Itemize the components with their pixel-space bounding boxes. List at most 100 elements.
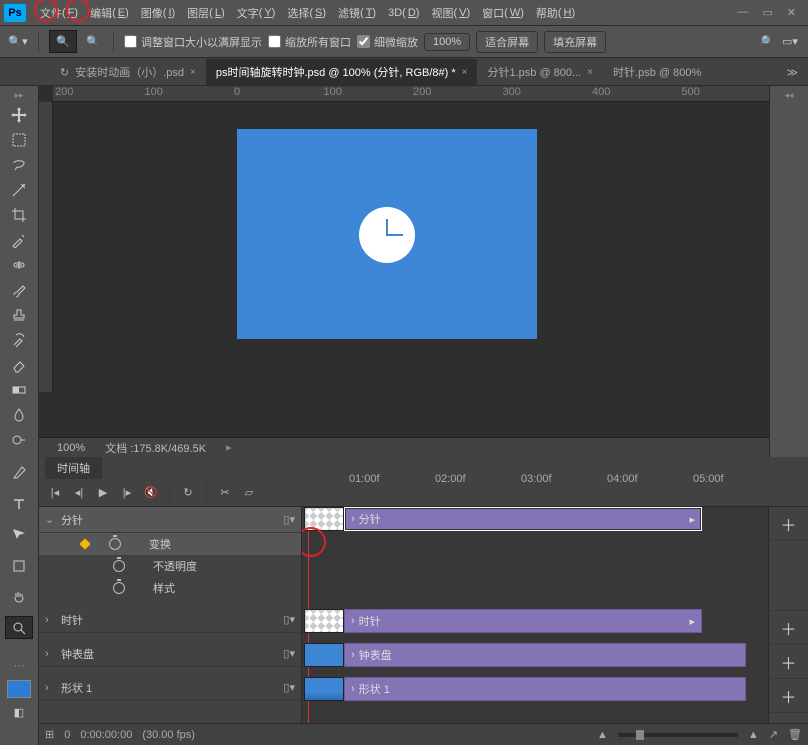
keyframe-icon[interactable] (79, 538, 90, 549)
foreground-swatch[interactable] (7, 680, 31, 698)
timeline-prop-row[interactable]: 样式 (39, 577, 301, 599)
ruler-horizontal[interactable]: 2001000100200300400500 (53, 86, 769, 102)
next-frame-icon[interactable]: |▸ (117, 484, 137, 502)
zoom-out-icon[interactable]: 🔍 (83, 32, 103, 52)
dodge-tool-icon[interactable] (5, 428, 33, 451)
fit-screen-button[interactable]: 适合屏幕 (476, 31, 538, 53)
layer-options-icon[interactable]: ▯▾ (283, 647, 295, 660)
move-tool-icon[interactable] (5, 103, 33, 126)
timecode[interactable]: 0:00:00:00 (80, 729, 132, 741)
stopwatch-icon[interactable] (109, 538, 121, 550)
menu-image[interactable]: 图像(I) (135, 1, 181, 25)
menu-select[interactable]: 选择(S) (281, 1, 332, 25)
menu-3d[interactable]: 3D(D) (382, 1, 425, 25)
layer-options-icon[interactable]: ▯▾ (283, 681, 295, 694)
document-tab[interactable]: ps时间轴旋转时钟.psd @ 100% (分针, RGB/8#) *× (206, 59, 478, 85)
tool-preset-icon[interactable]: 🔍▾ (8, 32, 28, 52)
delete-icon[interactable]: 🗑 (788, 728, 802, 741)
add-track-button[interactable]: ＋ (769, 645, 808, 679)
menu-view[interactable]: 视图(V) (425, 1, 476, 25)
zoom-all-checkbox[interactable]: 缩放所有窗口 (268, 34, 351, 50)
stopwatch-icon[interactable] (113, 560, 125, 572)
menu-layer[interactable]: 图层(L) (181, 1, 230, 25)
timeline-layer-row[interactable]: › 时针 ▯▾ (39, 607, 301, 633)
close-icon[interactable]: × (462, 67, 468, 78)
document-tab[interactable]: ↻安装时动画（小）.psd× (50, 59, 206, 85)
fill-screen-button[interactable]: 填充屏幕 (544, 31, 606, 53)
close-icon[interactable]: × (587, 67, 593, 78)
video-clip[interactable]: › 形状 1 (344, 677, 746, 701)
timeline-zoom-slider[interactable] (618, 733, 738, 737)
menu-edit[interactable]: 编辑(E) (84, 1, 135, 25)
zoom-tool-icon[interactable] (5, 616, 33, 639)
canvas-area[interactable]: 2001000100200300400500 100% 文档 :175.8K/4… (39, 86, 769, 457)
eraser-tool-icon[interactable] (5, 353, 33, 376)
convert-frames-icon[interactable]: ⊞ (45, 728, 54, 741)
timeline-tracks[interactable]: › 分针▸ › 时针▸ › 钟表盘 › 形状 1 (302, 507, 768, 723)
add-track-button[interactable]: ＋ (769, 507, 808, 541)
close-icon[interactable]: × (190, 67, 196, 78)
timeline-tab[interactable]: 时间轴 (45, 457, 102, 479)
fps[interactable]: (30.00 fps) (142, 729, 195, 741)
color-mode-icon[interactable]: ◧ (14, 706, 24, 719)
stamp-tool-icon[interactable] (5, 303, 33, 326)
layer-options-icon[interactable]: ▯▾ (283, 613, 295, 626)
menu-help[interactable]: 帮助(H) (530, 1, 581, 25)
render-icon[interactable]: ↗ (769, 728, 778, 741)
path-tool-icon[interactable] (5, 523, 33, 546)
marquee-tool-icon[interactable] (5, 128, 33, 151)
first-frame-icon[interactable]: |◂ (45, 484, 65, 502)
transition-icon[interactable]: ▱ (239, 484, 259, 502)
menu-window[interactable]: 窗口(W) (476, 1, 530, 25)
eyedropper-tool-icon[interactable] (5, 228, 33, 251)
audio-icon[interactable]: 🔇 (141, 484, 161, 502)
loop-icon[interactable]: ↻ (178, 484, 198, 502)
chevron-right-icon[interactable]: › (45, 614, 55, 626)
window-close-icon[interactable]: ✕ (787, 6, 796, 19)
hand-tool-icon[interactable] (5, 585, 33, 608)
timeline-zoom-in-icon[interactable]: ▲ (748, 729, 759, 741)
zoom-100-button[interactable]: 100% (424, 33, 470, 51)
timeline-layer-row[interactable]: ⌄ 分针 ▯▾ (39, 507, 301, 533)
scrubby-zoom-checkbox[interactable]: 细微缩放 (357, 34, 418, 50)
timeline-zoom-out-icon[interactable]: ▲ (597, 729, 608, 741)
tab-overflow-icon[interactable]: ≫ (776, 60, 808, 85)
timeline-layer-row[interactable]: › 形状 1 ▯▾ (39, 675, 301, 701)
gradient-tool-icon[interactable] (5, 378, 33, 401)
fit-window-checkbox[interactable]: 调整窗口大小以满屏显示 (124, 34, 262, 50)
workspace-menu-icon[interactable]: ▭▾ (780, 32, 800, 52)
menu-filter[interactable]: 滤镜(T) (332, 1, 382, 25)
timeline-prop-row[interactable]: 变换 (39, 533, 301, 555)
lasso-tool-icon[interactable] (5, 153, 33, 176)
add-track-button[interactable]: ＋ (769, 679, 808, 713)
pen-tool-icon[interactable] (5, 461, 33, 484)
healing-tool-icon[interactable] (5, 253, 33, 276)
shape-tool-icon[interactable] (5, 554, 33, 577)
prev-frame-icon[interactable]: ◂| (69, 484, 89, 502)
menu-type[interactable]: 文字(Y) (231, 1, 282, 25)
chevron-right-icon[interactable]: › (45, 648, 55, 660)
blur-tool-icon[interactable] (5, 403, 33, 426)
video-clip[interactable]: › 分针▸ (344, 507, 702, 531)
canvas[interactable] (237, 129, 537, 339)
wand-tool-icon[interactable] (5, 178, 33, 201)
video-clip[interactable]: › 钟表盘 (344, 643, 746, 667)
add-track-button[interactable]: ＋ (769, 611, 808, 645)
window-maximize-icon[interactable]: ▭ (762, 6, 772, 19)
window-minimize-icon[interactable]: — (737, 6, 748, 19)
video-clip[interactable]: › 时针▸ (344, 609, 702, 633)
timeline-prop-row[interactable]: 不透明度 (39, 555, 301, 577)
chevron-right-icon[interactable]: › (45, 682, 55, 694)
search-icon[interactable]: 🔎 (754, 32, 774, 52)
split-icon[interactable]: ✂ (215, 484, 235, 502)
doc-info[interactable]: 文档 :175.8K/469.5K (105, 440, 206, 456)
chevron-down-icon[interactable]: ⌄ (45, 513, 55, 526)
type-tool-icon[interactable] (5, 492, 33, 515)
zoom-in-icon[interactable]: 🔍 (49, 30, 77, 53)
ruler-vertical[interactable] (39, 102, 53, 392)
document-tab[interactable]: 时针.psb @ 800% (603, 59, 711, 85)
menu-file[interactable]: 文件(F) (34, 1, 84, 25)
zoom-level[interactable]: 100% (57, 442, 85, 454)
history-brush-tool-icon[interactable] (5, 328, 33, 351)
play-icon[interactable]: ▶ (93, 484, 113, 502)
